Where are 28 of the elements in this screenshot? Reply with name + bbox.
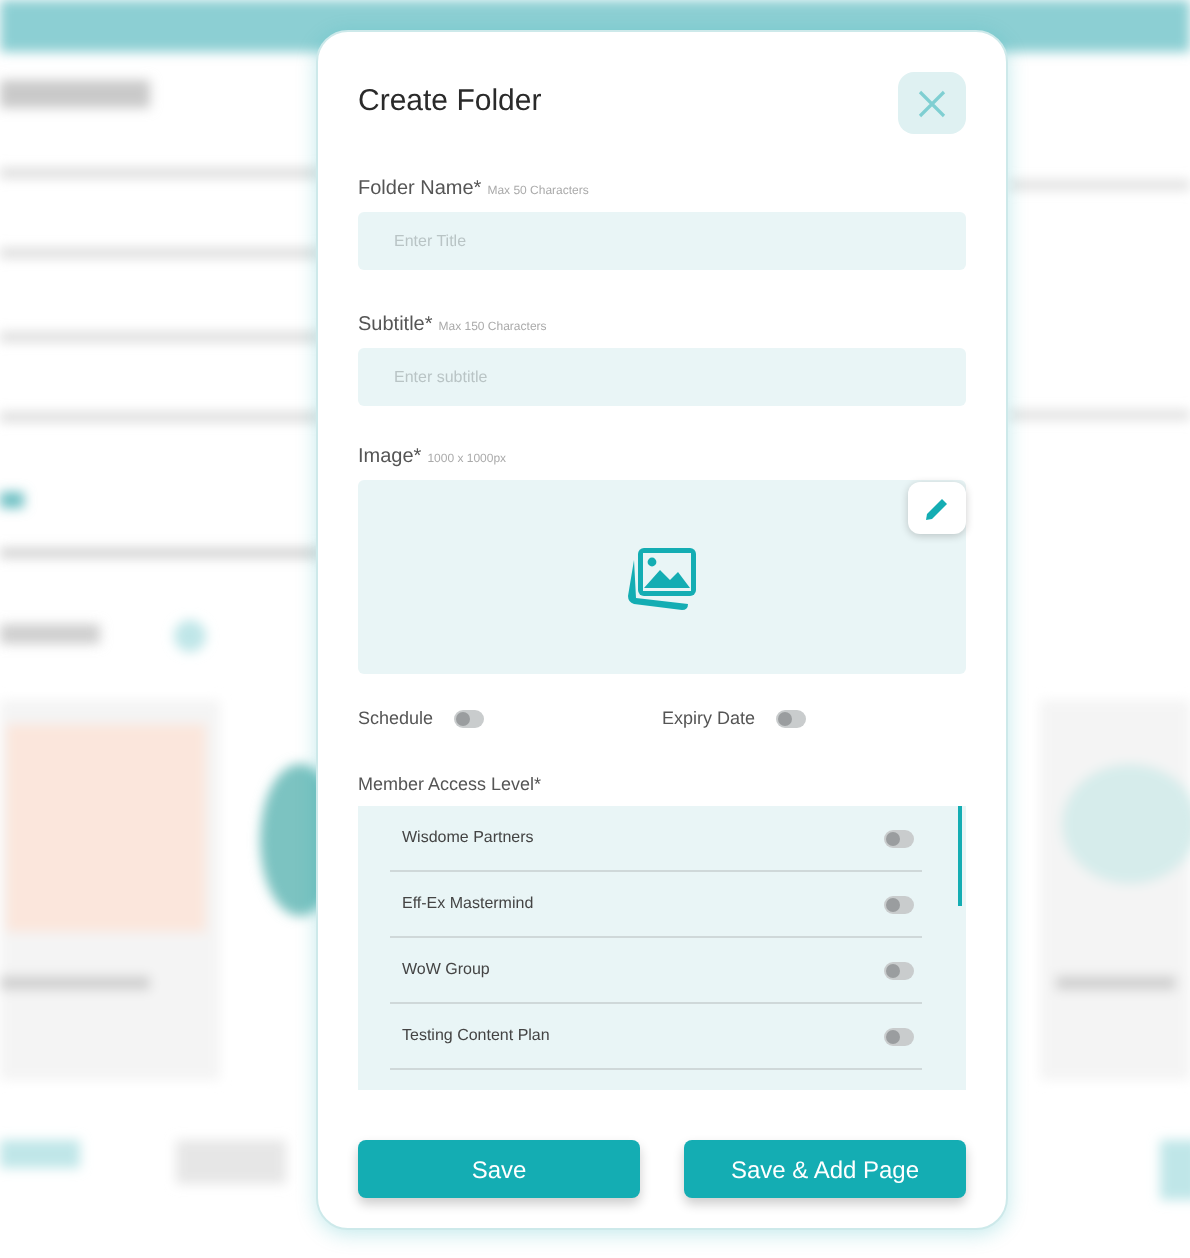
access-level-name: Wisdome Partners: [402, 826, 534, 850]
toggle-switch[interactable]: [884, 961, 914, 979]
access-level-row[interactable]: WoW Group: [390, 938, 922, 1004]
toggle-switch[interactable]: [775, 710, 806, 729]
access-level-row[interactable]: Wisdome Partners: [390, 806, 922, 872]
field-label: Subtitle*: [358, 312, 433, 340]
toggle-switch[interactable]: [884, 829, 914, 847]
toggle-switch[interactable]: [884, 895, 914, 913]
access-level-row[interactable]: Testing Content Plan: [390, 1004, 922, 1070]
image-icon: [626, 543, 698, 611]
close-button[interactable]: [898, 72, 966, 134]
close-icon: [918, 89, 946, 117]
access-level-name: WoW Group: [402, 958, 490, 982]
toggle-label: Expiry Date: [662, 706, 756, 732]
field-label: Folder Name*: [358, 176, 482, 204]
image-upload-area[interactable]: [358, 480, 966, 674]
access-level-name: Eff-Ex Mastermind: [402, 892, 534, 916]
toggle-switch[interactable]: [453, 710, 484, 729]
access-level-name: Testing Content Plan: [402, 1024, 550, 1048]
field-label: Member Access Level*: [358, 771, 544, 797]
scrollbar-thumb[interactable]: [958, 806, 962, 906]
edit-button[interactable]: [908, 482, 966, 534]
access-level-row[interactable]: Eff-Ex Mastermind: [390, 872, 922, 938]
field-label: Image*: [358, 444, 422, 472]
pencil-icon: [924, 495, 950, 521]
dialog-title: Create Folder: [358, 82, 542, 123]
toggle-label: Schedule: [358, 706, 434, 732]
toggle-switch[interactable]: [884, 1027, 914, 1045]
